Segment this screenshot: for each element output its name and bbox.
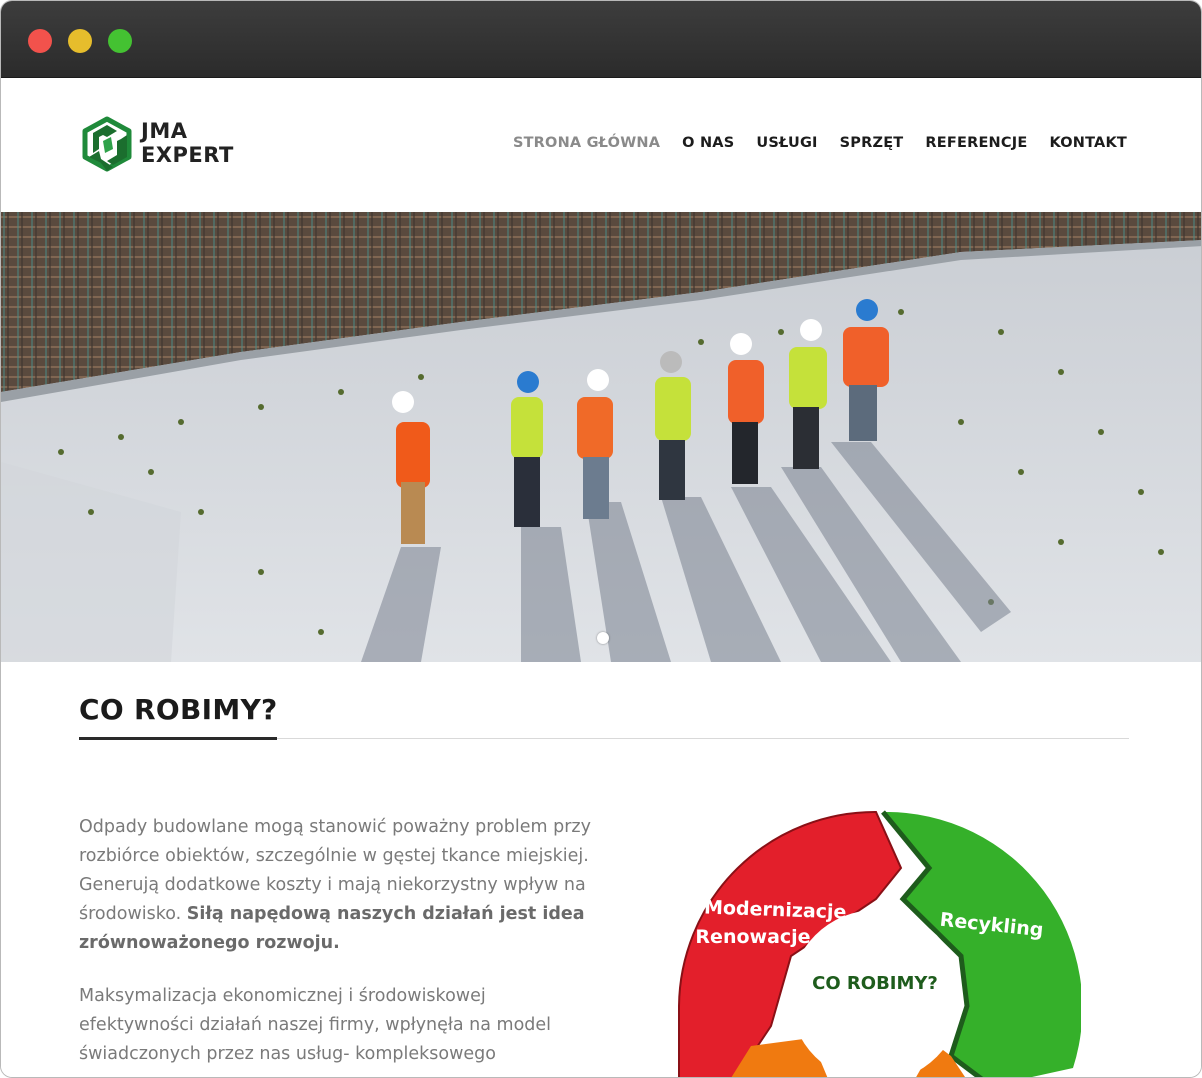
site-header: JMA EXPERT STRONA GŁÓWNA O NAS USŁUGI SP… bbox=[1, 78, 1201, 212]
main-navigation: STRONA GŁÓWNA O NAS USŁUGI SPRZĘT REFERE… bbox=[491, 135, 1127, 151]
nav-item-about[interactable]: O NAS bbox=[682, 135, 734, 151]
close-window-button[interactable] bbox=[28, 29, 52, 53]
section-title: CO ROBIMY? bbox=[79, 693, 278, 726]
slider-dot-1[interactable] bbox=[597, 632, 609, 644]
nav-item-equipment[interactable]: SPRZĘT bbox=[840, 135, 904, 151]
nav-item-home[interactable]: STRONA GŁÓWNA bbox=[513, 135, 660, 151]
title-underline bbox=[79, 737, 277, 740]
diagram-center-label: CO ROBIMY? bbox=[812, 973, 938, 994]
cycle-diagram-graphic: Modernizacje Renowacje Recykling CO ROBI… bbox=[678, 810, 1081, 1077]
site-logo[interactable]: JMA EXPERT bbox=[79, 115, 249, 175]
hero-slider[interactable] bbox=[1, 212, 1201, 662]
hero-image-construction-workers bbox=[1, 212, 1201, 662]
window-titlebar bbox=[1, 1, 1201, 78]
nav-item-contact[interactable]: KONTAKT bbox=[1049, 135, 1127, 151]
content-text: Odpady budowlane mogą stanowić poważny p… bbox=[79, 813, 599, 1077]
logo-line-2: EXPERT bbox=[141, 143, 234, 167]
what-we-do-diagram: Modernizacje Renowacje Recykling CO ROBI… bbox=[671, 806, 1081, 1077]
paragraph-2: Maksymalizacja ekonomicznej i środowisko… bbox=[79, 986, 552, 1064]
logo-wordmark: JMA EXPERT bbox=[141, 119, 234, 167]
diagram-segment-1-line-2: Renowacje bbox=[695, 926, 810, 948]
paragraph-1: Odpady budowlane mogą stanowić poważny p… bbox=[79, 813, 599, 958]
nav-item-references[interactable]: REFERENCJE bbox=[925, 135, 1027, 151]
logo-line-1: JMA bbox=[141, 119, 188, 143]
jma-logo-icon bbox=[82, 116, 132, 172]
browser-window: JMA EXPERT STRONA GŁÓWNA O NAS USŁUGI SP… bbox=[0, 0, 1202, 1078]
nav-item-services[interactable]: USŁUGI bbox=[756, 135, 817, 151]
maximize-window-button[interactable] bbox=[108, 29, 132, 53]
minimize-window-button[interactable] bbox=[68, 29, 92, 53]
web-page: JMA EXPERT STRONA GŁÓWNA O NAS USŁUGI SP… bbox=[1, 78, 1201, 1077]
